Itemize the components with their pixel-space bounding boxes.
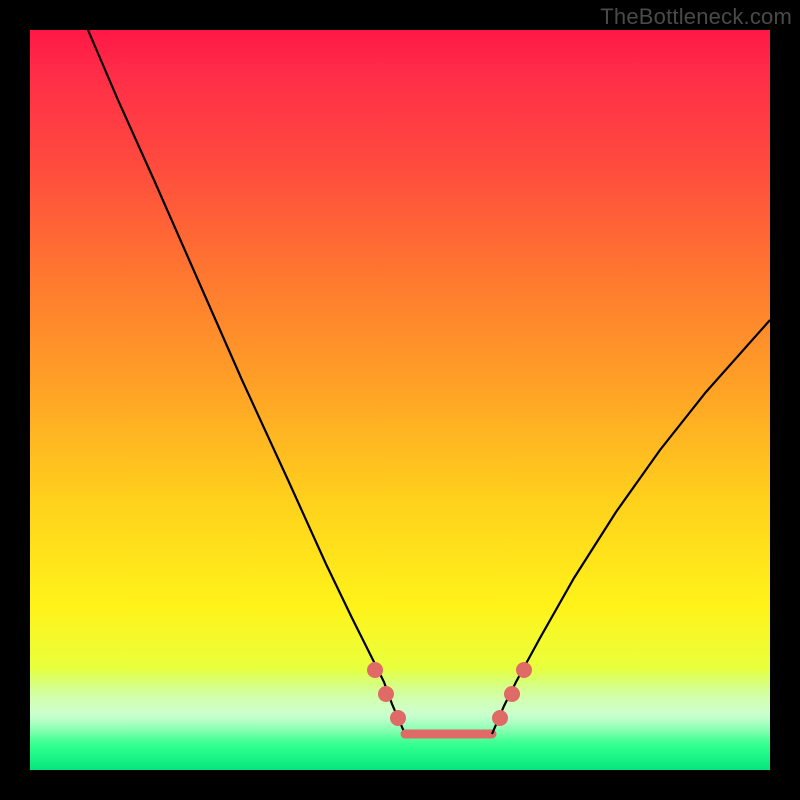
marker-dot-5 [516,662,532,678]
series-curve-right [492,320,770,734]
markers-group [367,662,532,726]
chart-frame: TheBottleneck.com [0,0,800,800]
marker-dot-2 [390,710,406,726]
curve-svg [30,30,770,770]
marker-dot-4 [504,686,520,702]
marker-dot-3 [492,710,508,726]
marker-dot-1 [378,686,394,702]
series-group [88,30,770,734]
watermark-text: TheBottleneck.com [600,4,792,30]
marker-dot-0 [367,662,383,678]
plot-area [30,30,770,770]
series-curve-left [88,30,405,734]
